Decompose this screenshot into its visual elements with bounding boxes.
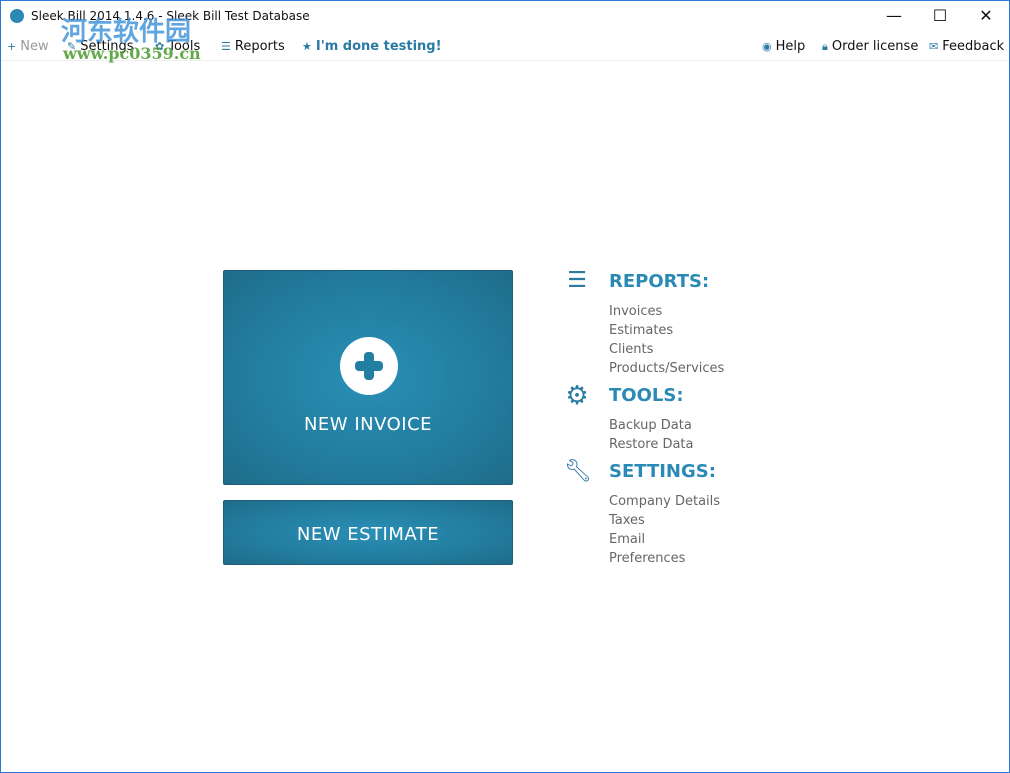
plus-icon: + bbox=[7, 40, 17, 53]
taxes-link[interactable]: Taxes bbox=[609, 513, 645, 528]
star-icon: ★ bbox=[302, 40, 312, 53]
window-title: Sleek Bill 2014 1.4.6 - Sleek Bill Test … bbox=[31, 9, 310, 23]
report-clients-link[interactable]: Clients bbox=[609, 342, 653, 357]
new-estimate-button[interactable]: NEW ESTIMATE bbox=[223, 500, 513, 565]
wrench-icon: ✎ bbox=[67, 40, 77, 53]
report-estimates-link[interactable]: Estimates bbox=[609, 323, 673, 338]
tools-heading: TOOLS: bbox=[609, 385, 684, 406]
menu-feedback-label: Feedback bbox=[942, 39, 1005, 54]
restore-data-link[interactable]: Restore Data bbox=[609, 437, 694, 452]
menu-settings[interactable]: ✎ Settings bbox=[67, 39, 134, 54]
menu-new-label: New bbox=[20, 39, 49, 54]
gear-icon: ✿ bbox=[155, 40, 165, 53]
menu-done-label: I'm done testing! bbox=[315, 39, 442, 54]
menu-reports[interactable]: ☰ Reports bbox=[221, 39, 285, 54]
new-invoice-button[interactable]: NEW INVOICE bbox=[223, 270, 513, 485]
preferences-link[interactable]: Preferences bbox=[609, 551, 685, 566]
app-icon bbox=[10, 9, 24, 23]
wrench-icon: 🔧︎ bbox=[564, 459, 592, 484]
title-bar: Sleek Bill 2014 1.4.6 - Sleek Bill Test … bbox=[1, 1, 1009, 31]
minimize-button[interactable]: — bbox=[871, 1, 917, 31]
new-estimate-label: NEW ESTIMATE bbox=[296, 524, 440, 545]
menu-new[interactable]: + New bbox=[7, 39, 49, 54]
menu-bar: + New ✎ Settings ✿ Tools ☰ Reports ★ I'm done… bbox=[1, 35, 1009, 61]
maximize-button[interactable]: ☐ bbox=[917, 1, 963, 31]
report-invoices-link[interactable]: Invoices bbox=[609, 304, 662, 319]
menu-done-testing[interactable]: ★ I'm done testing! bbox=[302, 39, 442, 54]
menu-reports-label: Reports bbox=[234, 39, 285, 54]
menu-help[interactable]: ◉ Help bbox=[762, 39, 805, 54]
menu-order-license[interactable]: 🔒︎ Order license bbox=[822, 39, 918, 54]
reports-heading: REPORTS: bbox=[609, 271, 710, 292]
close-button[interactable]: ✕ bbox=[963, 1, 1009, 31]
menu-order-label: Order license bbox=[831, 39, 919, 54]
menu-tools[interactable]: ✿ Tools bbox=[155, 39, 200, 54]
menu-settings-label: Settings bbox=[80, 39, 134, 54]
backup-data-link[interactable]: Backup Data bbox=[609, 418, 692, 433]
plus-circle-icon bbox=[340, 337, 398, 395]
report-products-link[interactable]: Products/Services bbox=[609, 361, 724, 376]
list-icon: ☰ bbox=[567, 268, 587, 293]
gear-icon: ⚙ bbox=[565, 381, 589, 411]
envelope-icon: ✉ bbox=[929, 40, 939, 53]
lock-icon: 🔒︎ bbox=[822, 40, 828, 53]
lifebuoy-icon: ◉ bbox=[762, 40, 772, 53]
company-details-link[interactable]: Company Details bbox=[609, 494, 720, 509]
list-icon: ☰ bbox=[221, 40, 231, 53]
menu-tools-label: Tools bbox=[168, 39, 201, 54]
new-invoice-label: NEW INVOICE bbox=[303, 414, 433, 435]
menu-help-label: Help bbox=[775, 39, 806, 54]
settings-heading: SETTINGS: bbox=[609, 461, 716, 482]
menu-feedback[interactable]: ✉ Feedback bbox=[929, 39, 1004, 54]
email-link[interactable]: Email bbox=[609, 532, 645, 547]
